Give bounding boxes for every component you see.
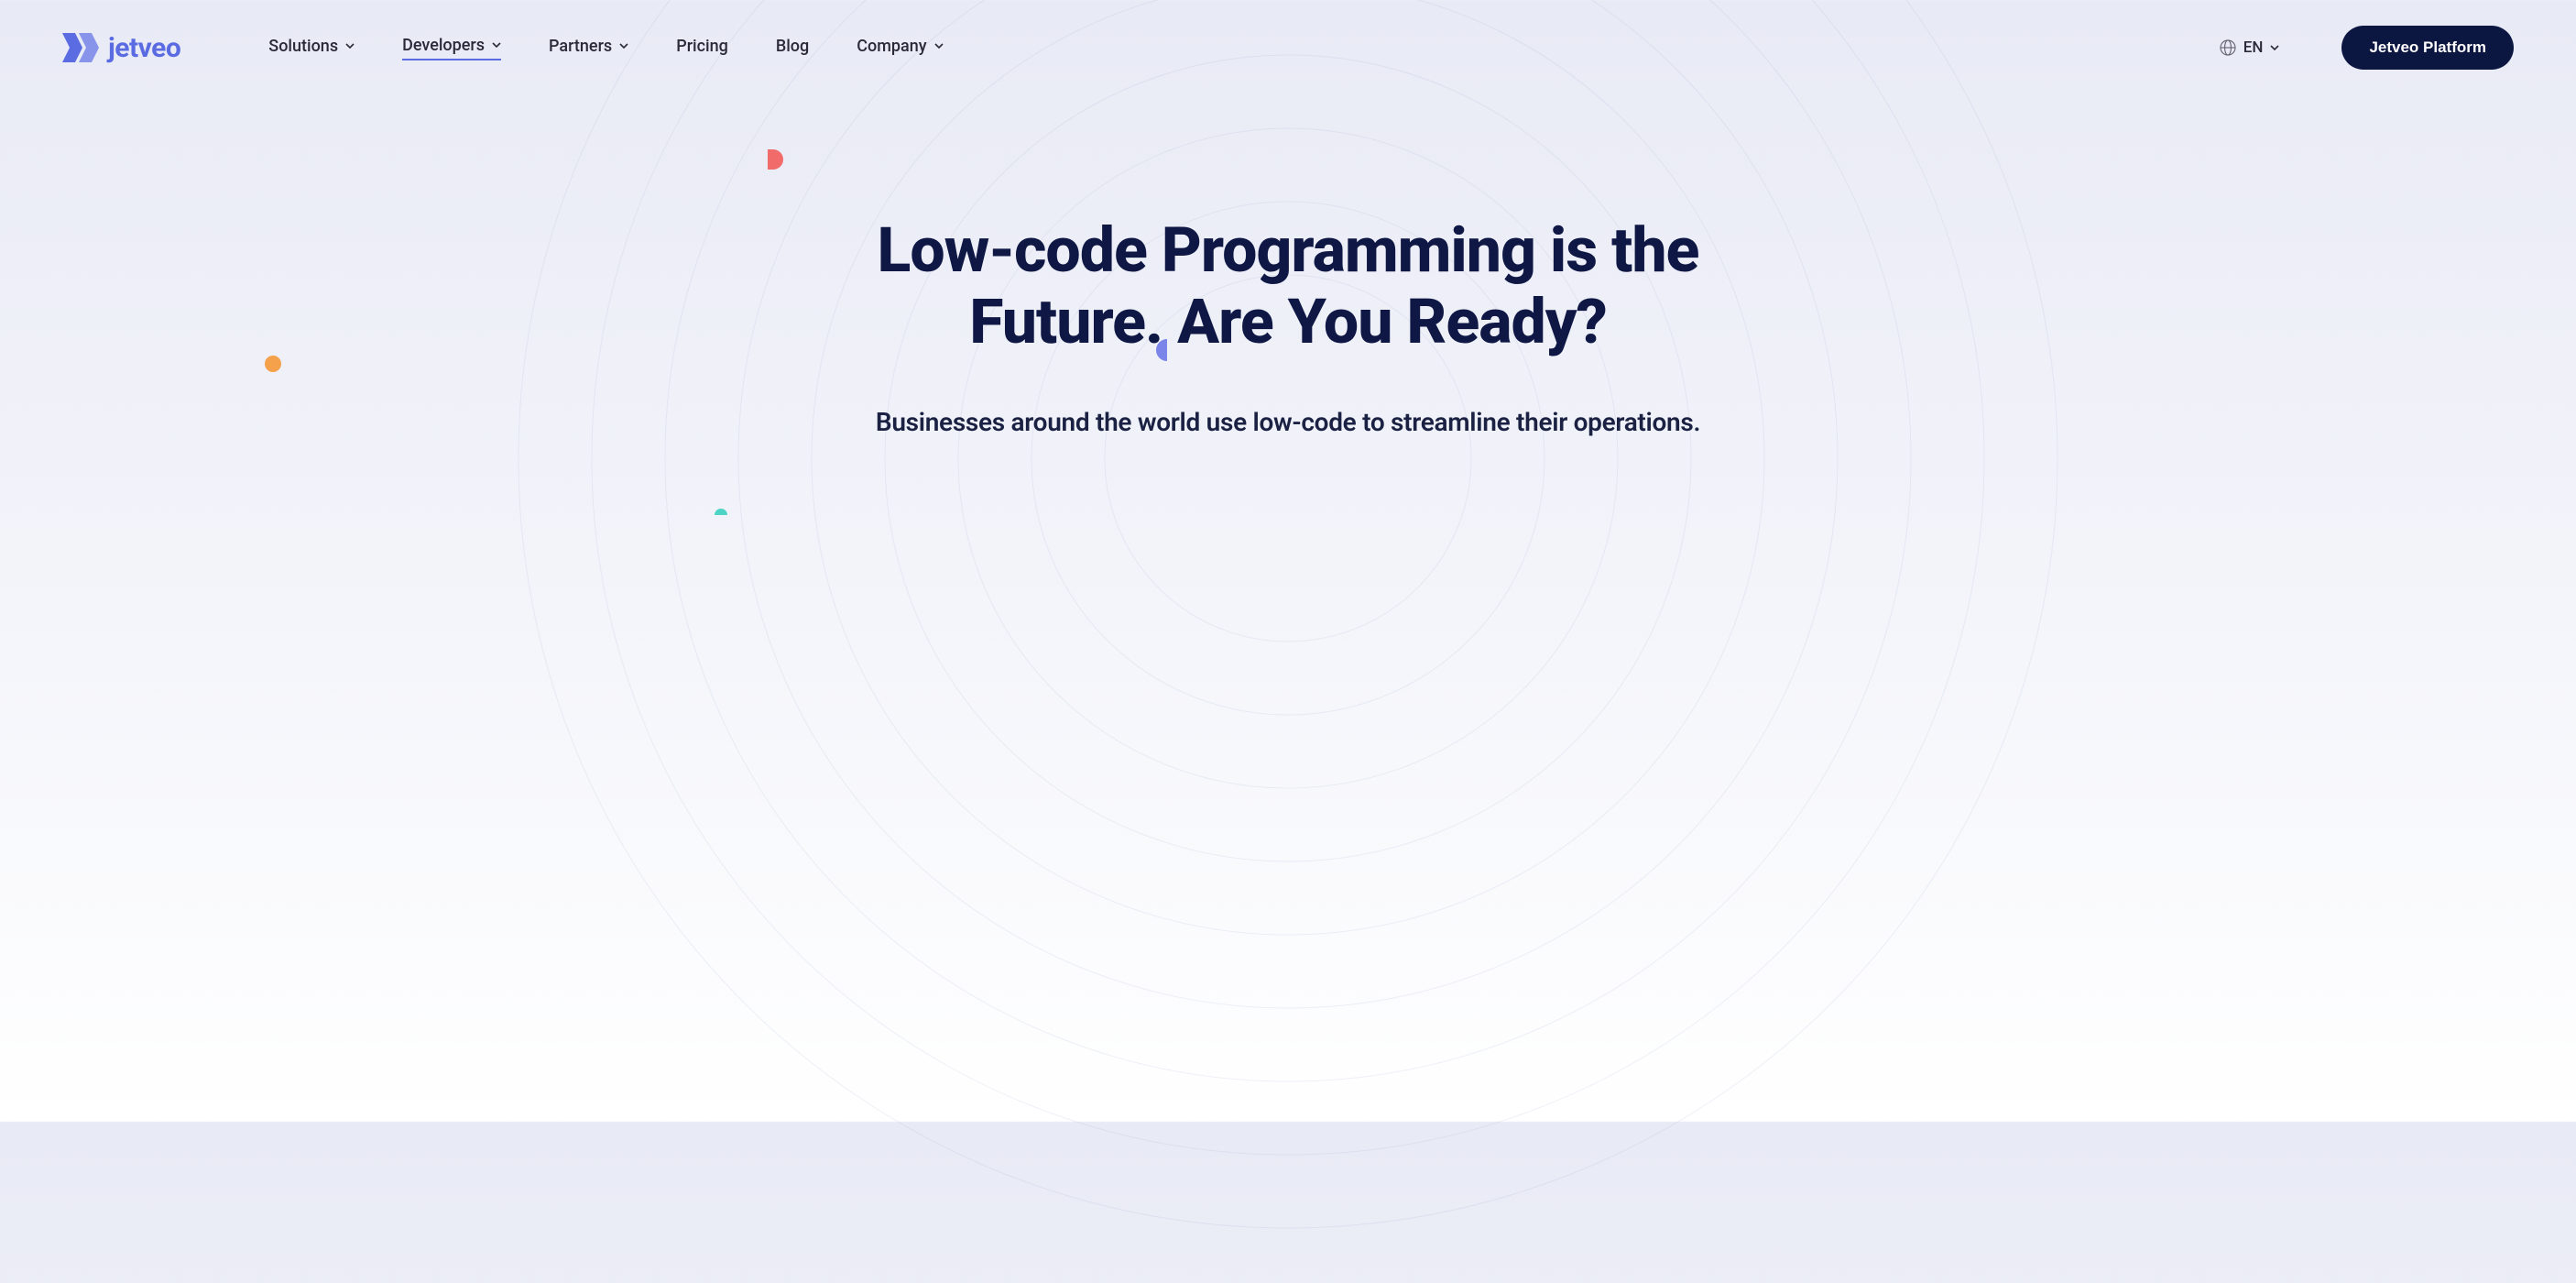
cta-platform-button[interactable]: Jetveo Platform [2341,26,2514,70]
logo-icon [62,33,103,62]
nav-label: Developers [402,36,485,55]
decoration-dot-teal [715,509,727,515]
chevron-down-icon [492,42,501,48]
nav-label: Partners [549,37,612,56]
brand-logo[interactable]: jetveo [62,32,180,64]
globe-icon [2220,39,2236,56]
nav-item-partners[interactable]: Partners [549,37,628,60]
hero-subtitle: Businesses around the world use low-code… [37,407,2539,437]
nav-label: Pricing [676,37,728,56]
nav-item-blog[interactable]: Blog [776,37,809,60]
nav-item-developers[interactable]: Developers [402,36,501,60]
nav-item-company[interactable]: Company [857,37,943,60]
background-circles [464,0,2112,1283]
chevron-down-icon [934,43,944,49]
brand-name: jetveo [108,32,180,64]
nav-item-pricing[interactable]: Pricing [676,37,728,60]
main-nav: Solutions Developers Partners Pricing Bl… [268,36,943,60]
hero-title: Low-code Programming is the Future. Are … [784,214,1792,357]
language-label: EN [2243,38,2264,57]
chevron-down-icon [619,43,628,49]
decoration-dot-red [768,149,783,170]
chevron-down-icon [345,43,355,49]
nav-label: Blog [776,37,809,56]
nav-label: Solutions [268,37,338,56]
hero-section: Low-code Programming is the Future. Are … [0,214,2576,437]
chevron-down-icon [2270,45,2279,50]
nav-item-solutions[interactable]: Solutions [268,37,355,60]
language-selector[interactable]: EN [2220,38,2280,57]
nav-label: Company [857,37,926,56]
site-header: jetveo Solutions Developers Partners Pri… [0,0,2576,95]
